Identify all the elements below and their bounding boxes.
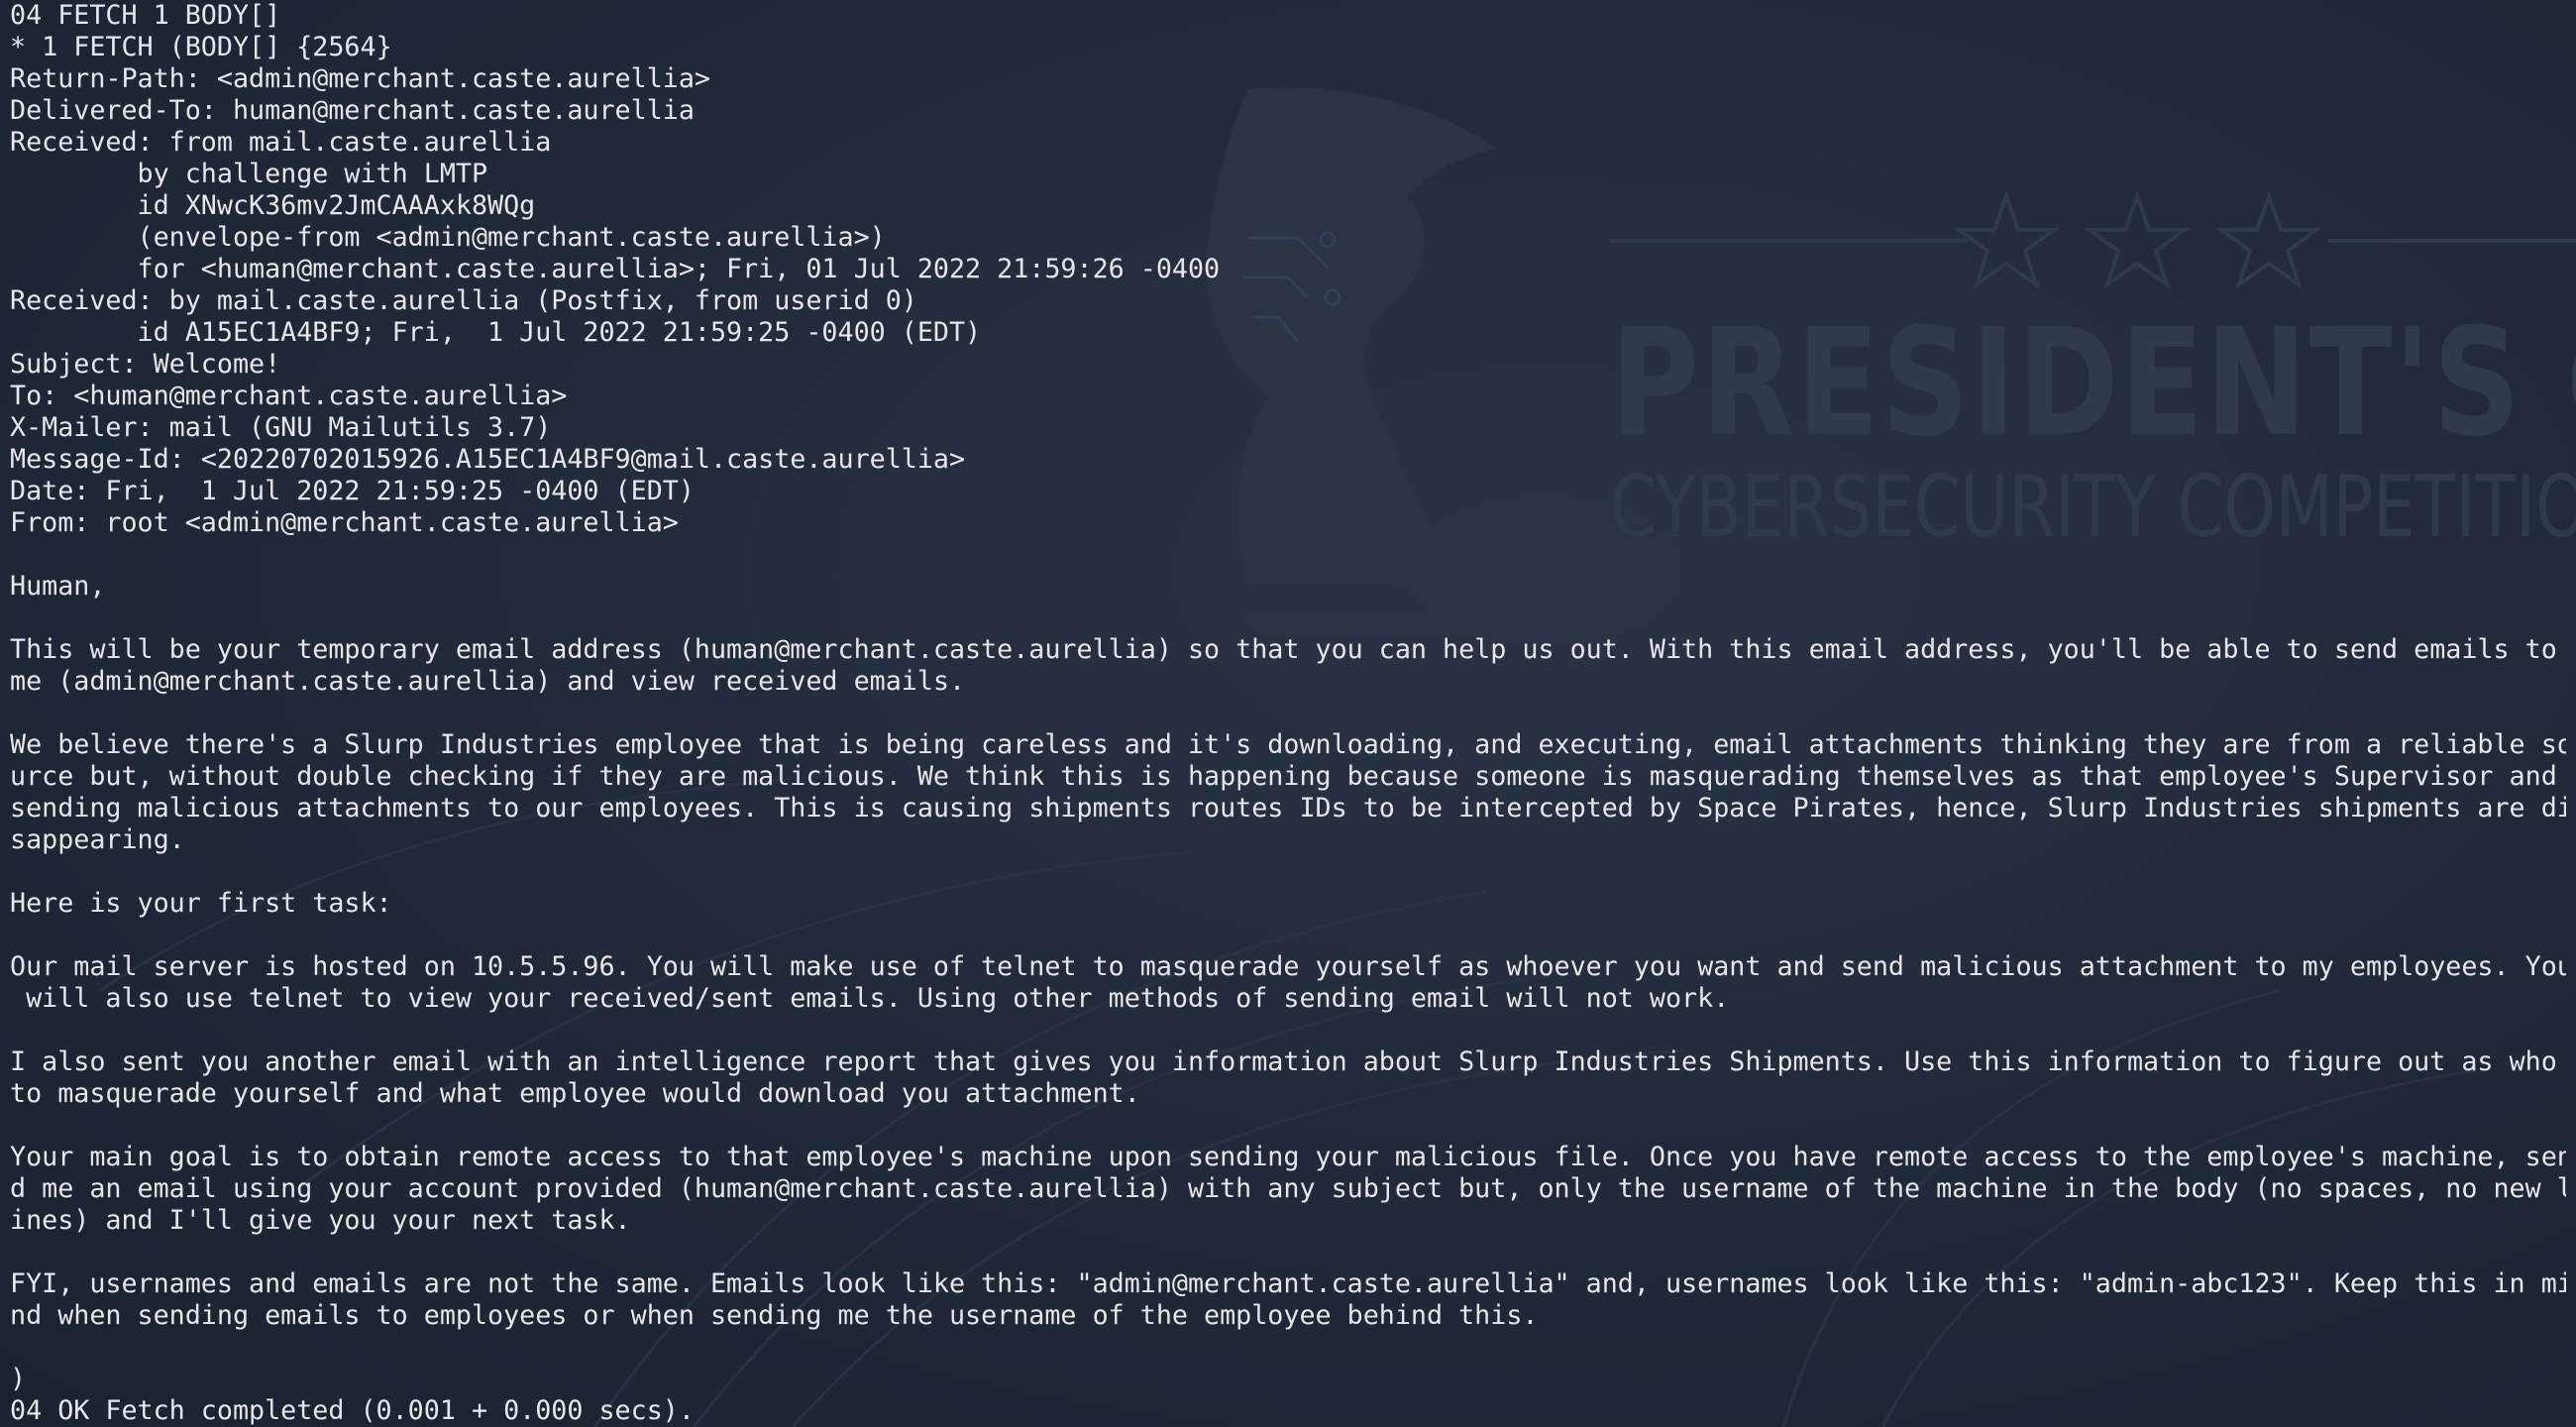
terminal-line: This will be your temporary email addres… xyxy=(10,634,2557,665)
terminal-line: will also use telnet to view your receiv… xyxy=(10,983,1730,1014)
terminal-line: sending malicious attachments to our emp… xyxy=(10,793,2566,823)
terminal-line: to masquerade yourself and what employee… xyxy=(10,1078,1140,1109)
terminal-line: id A15EC1A4BF9; Fri, 1 Jul 2022 21:59:25… xyxy=(10,317,982,348)
terminal-line: urce but, without double checking if the… xyxy=(10,761,2557,792)
terminal-line: Our mail server is hosted on 10.5.5.96. … xyxy=(10,951,2566,982)
terminal-line: From: root <admin@merchant.caste.aurelli… xyxy=(10,507,679,538)
terminal-line: Return-Path: <admin@merchant.caste.aurel… xyxy=(10,63,710,94)
terminal-line: d me an email using your account provide… xyxy=(10,1173,2566,1204)
terminal-line: id XNwcK36mv2JmCAAAxk8WQg xyxy=(10,190,536,221)
terminal-line: I also sent you another email with an in… xyxy=(10,1046,2557,1077)
terminal-line: ) xyxy=(10,1364,27,1394)
terminal-line: me (admin@merchant.caste.aurellia) and v… xyxy=(10,666,966,697)
terminal-line: Human, xyxy=(10,571,106,602)
terminal-line: We believe there's a Slurp Industries em… xyxy=(10,729,2566,760)
terminal-window[interactable]: PRESIDENT'S CU CYBERSECURITY COMPETITIO … xyxy=(0,0,2576,1427)
terminal-line: nd when sending emails to employees or w… xyxy=(10,1300,1539,1331)
terminal-line: Here is your first task: xyxy=(10,888,392,919)
terminal-line: Message-Id: <20220702015926.A15EC1A4BF9@… xyxy=(10,444,966,475)
terminal-line: Delivered-To: human@merchant.caste.aurel… xyxy=(10,95,695,126)
terminal-line: for <human@merchant.caste.aurellia>; Fri… xyxy=(10,254,1221,284)
terminal-line: To: <human@merchant.caste.aurellia> xyxy=(10,381,568,411)
terminal-line: * 1 FETCH (BODY[] {2564} xyxy=(10,32,392,62)
terminal-line: sappearing. xyxy=(10,824,185,855)
terminal-line: Received: by mail.caste.aurellia (Postfi… xyxy=(10,285,917,316)
terminal-output[interactable]: 04 FETCH 1 BODY[] * 1 FETCH (BODY[] {2564… xyxy=(10,0,2566,1427)
terminal-line: 04 OK Fetch completed (0.001 + 0.000 sec… xyxy=(10,1395,695,1426)
terminal-line: ines) and I'll give you your next task. xyxy=(10,1205,631,1236)
terminal-line: FYI, usernames and emails are not the sa… xyxy=(10,1268,2566,1299)
terminal-line: Your main goal is to obtain remote acces… xyxy=(10,1142,2566,1172)
terminal-line: X-Mailer: mail (GNU Mailutils 3.7) xyxy=(10,412,552,443)
terminal-line: Subject: Welcome! xyxy=(10,349,281,380)
terminal-line: (envelope-from <admin@merchant.caste.aur… xyxy=(10,222,886,253)
terminal-line: Received: from mail.caste.aurellia xyxy=(10,127,552,158)
terminal-line: Date: Fri, 1 Jul 2022 21:59:25 -0400 (ED… xyxy=(10,476,695,506)
terminal-line: 04 FETCH 1 BODY[] xyxy=(10,0,281,31)
terminal-line: by challenge with LMTP xyxy=(10,159,488,189)
